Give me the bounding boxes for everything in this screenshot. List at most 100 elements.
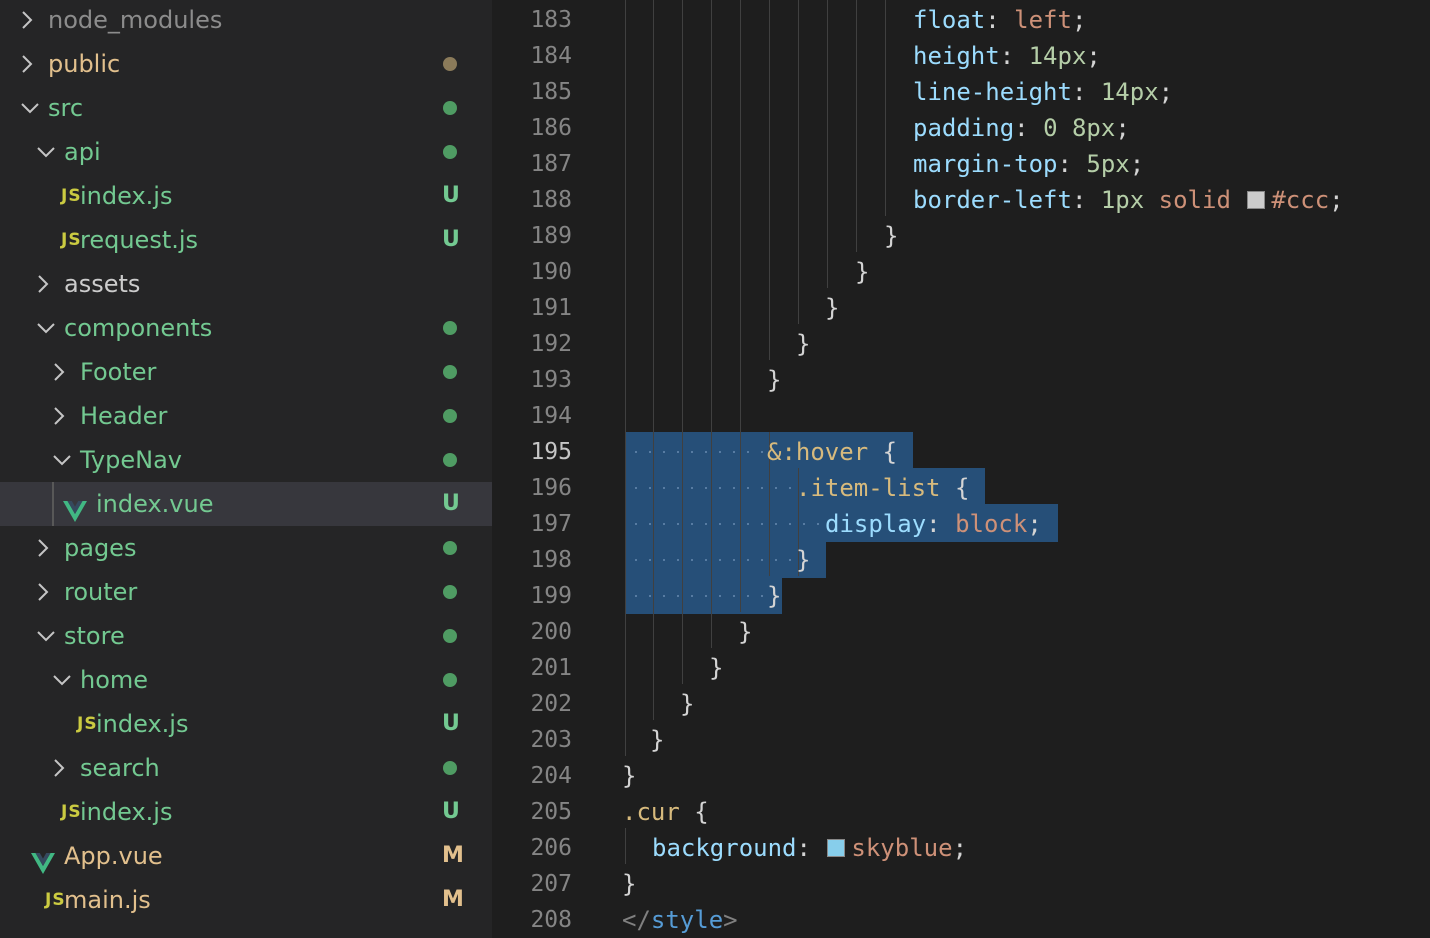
code-line[interactable]: } [622,758,636,794]
git-status-dot [443,365,457,379]
code-line[interactable]: } [767,362,781,398]
chevron-right-icon[interactable] [50,746,72,790]
tree-item-index-js[interactable]: JS index.js U [0,790,492,834]
tree-item-label: components [64,314,213,342]
chevron-right-icon[interactable] [18,42,40,86]
line-number: 190 [530,259,572,285]
code-line[interactable]: border-left: 1px solid #ccc; [913,182,1344,218]
tree-item-index-js[interactable]: JS index.js U [0,702,492,746]
code-line[interactable]: } [680,686,694,722]
chevron-down-icon[interactable] [50,658,72,702]
tree-item-label: api [64,138,101,166]
tree-item-label: main.js [64,886,151,914]
git-status-badge: M [442,887,464,912]
git-status-dot [443,585,457,599]
indent-guide [653,0,654,720]
code-line[interactable]: </style> [622,902,738,938]
tree-item-header[interactable]: Header [0,394,492,438]
line-number: 195 [530,439,572,465]
line-number: 207 [530,871,572,897]
git-status-dot [443,453,457,467]
chevron-down-icon[interactable] [34,614,56,658]
code-line[interactable]: } [650,722,664,758]
tree-item-main-js[interactable]: JS main.js M [0,878,492,922]
tree-item-label: router [64,578,138,606]
tree-item-assets[interactable]: assets [0,262,492,306]
chevron-down-icon[interactable] [34,306,56,350]
tree-item-api[interactable]: api [0,130,492,174]
code-line[interactable]: } [767,578,781,614]
line-number: 205 [530,799,572,825]
line-number: 188 [530,187,572,213]
line-number: 192 [530,331,572,357]
tree-item-src[interactable]: src [0,86,492,130]
code-editor[interactable]: 183 float: left; 184 height: 14px; 185 line-h… [492,0,1430,938]
chevron-right-icon[interactable] [34,570,56,614]
tree-item-app-vue[interactable]: App.vue M [0,834,492,878]
line-number: 197 [530,511,572,537]
chevron-right-icon[interactable] [34,526,56,570]
tree-item-node-modules[interactable]: node_modules [0,0,492,42]
code-line[interactable]: margin-top: 5px; [913,146,1144,182]
code-line[interactable]: } [825,290,839,326]
tree-item-label: node_modules [48,6,223,34]
code-line[interactable]: .cur { [622,794,709,830]
code-line[interactable]: display: block; [825,506,1042,542]
chevron-down-icon[interactable] [50,438,72,482]
tree-item-footer[interactable]: Footer [0,350,492,394]
tree-item-index-js[interactable]: JS index.js U [0,174,492,218]
line-number: 185 [530,79,572,105]
tree-item-label: App.vue [64,842,163,870]
chevron-right-icon[interactable] [18,0,40,42]
chevron-down-icon[interactable] [34,130,56,174]
indent-guide [856,0,857,252]
tree-item-search[interactable]: search [0,746,492,790]
tree-item-pages[interactable]: pages [0,526,492,570]
code-line[interactable]: .item-list { [796,470,969,506]
code-line[interactable]: } [884,218,898,254]
code-line[interactable]: } [796,542,810,578]
tree-item-label: index.vue [96,490,214,518]
tree-item-typenav[interactable]: TypeNav [0,438,492,482]
tree-item-label: Header [80,402,168,430]
git-status-badge: U [442,799,460,824]
code-line[interactable]: } [709,650,723,686]
tree-item-public[interactable]: public [0,42,492,86]
code-line[interactable]: } [796,326,810,362]
code-line[interactable]: float: left; [913,2,1086,38]
code-line[interactable]: } [738,614,752,650]
code-line[interactable]: } [622,866,636,902]
tree-item-label: index.js [80,798,173,826]
tree-item-request-js[interactable]: JS request.js U [0,218,492,262]
chevron-right-icon[interactable] [34,262,56,306]
code-line[interactable]: background: skyblue; [652,830,967,866]
line-number: 201 [530,655,572,681]
vue-file-icon [31,845,55,874]
js-file-icon: JS [61,230,82,250]
code-line[interactable]: line-height: 14px; [913,74,1173,110]
git-status-dot [443,101,457,115]
git-status-dot [443,57,457,71]
git-status-dot [443,409,457,423]
color-swatch-icon[interactable] [827,839,846,857]
tree-item-components[interactable]: components [0,306,492,350]
explorer-sidebar: node_modules public src api JS index.js U JS req… [0,0,492,938]
tree-item-index-vue[interactable]: index.vue U [0,482,492,526]
code-line[interactable]: height: 14px; [913,38,1101,74]
tree-item-label: assets [64,270,141,298]
git-status-badge: U [442,491,460,516]
line-number: 199 [530,583,572,609]
whitespace-dots [629,506,822,542]
indent-guide [52,482,54,526]
chevron-right-icon[interactable] [50,394,72,438]
tree-item-store[interactable]: store [0,614,492,658]
chevron-right-icon[interactable] [50,350,72,394]
code-line[interactable]: &:hover { [767,434,897,470]
tree-item-home[interactable]: home [0,658,492,702]
indent-guide [798,0,799,324]
color-swatch-icon[interactable] [1247,191,1266,209]
tree-item-router[interactable]: router [0,570,492,614]
code-line[interactable]: padding: 0 8px; [913,110,1130,146]
chevron-down-icon[interactable] [18,86,40,130]
code-line[interactable]: } [855,254,869,290]
